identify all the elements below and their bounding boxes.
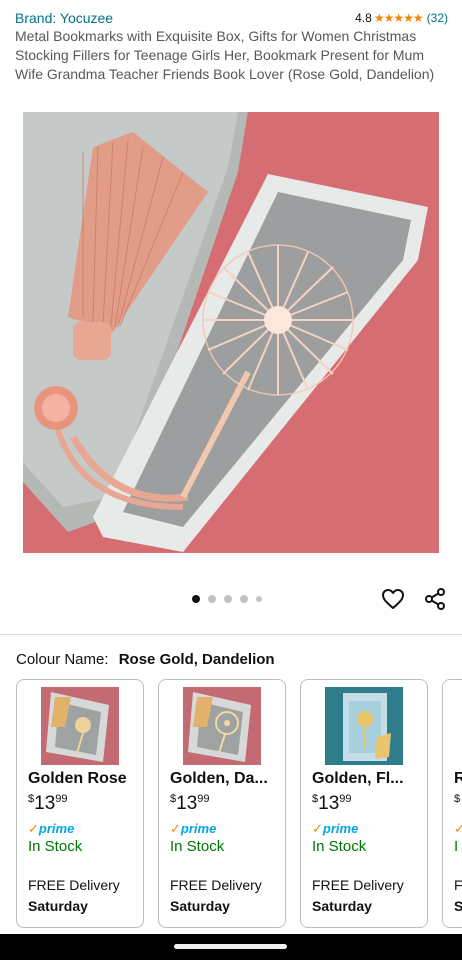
delivery-info: FREE Delivery	[170, 877, 262, 893]
bookmark-photo-illustration	[23, 112, 439, 553]
share-icon	[425, 588, 445, 610]
prime-check-icon: ✓	[312, 821, 323, 836]
delivery-info: FREE Delivery	[312, 877, 404, 893]
carousel-dot-active[interactable]	[192, 595, 200, 603]
prime-check-icon: ✓	[454, 821, 462, 836]
stock-status: In Stock	[312, 838, 367, 855]
variant-card-partial[interactable]: R $ ✓ I F S	[442, 679, 462, 928]
carousel-dot[interactable]	[256, 596, 262, 602]
product-header: Brand: Yocuzee 4.8 ★ ★ ★ ★ ★ (32)	[15, 9, 448, 27]
heart-icon	[382, 589, 404, 609]
share-button[interactable]	[421, 585, 449, 613]
variant-thumbnail-image	[183, 687, 261, 765]
prime-check-icon: ✓	[28, 821, 39, 836]
variant-price: $	[454, 793, 461, 805]
variant-price: $1399	[312, 793, 352, 814]
section-divider	[0, 634, 462, 635]
variant-name: Golden Rose	[28, 770, 127, 787]
rating-value: 4.8	[355, 11, 372, 25]
delivery-day: Saturday	[170, 898, 230, 914]
delivery-day: S	[454, 898, 462, 914]
rating-count[interactable]: (32)	[427, 11, 448, 25]
wishlist-heart-button[interactable]	[379, 585, 407, 613]
prime-badge: ✓prime	[312, 821, 359, 836]
product-main-image[interactable]	[23, 112, 439, 553]
stock-status: I	[454, 838, 459, 855]
colour-value: Rose Gold, Dandelion	[118, 651, 275, 668]
variant-name: Golden, Fl...	[312, 770, 404, 787]
variant-name: Golden, Da...	[170, 770, 268, 787]
brand-link[interactable]: Brand: Yocuzee	[15, 10, 113, 26]
variant-thumbnail-image	[325, 687, 403, 765]
variant-price: $1399	[28, 793, 68, 814]
system-navigation-bar	[0, 934, 462, 960]
delivery-info: F	[454, 877, 462, 893]
prime-badge: ✓	[454, 821, 462, 837]
home-gesture-handle[interactable]	[174, 944, 287, 949]
variant-thumbnail-image	[41, 687, 119, 765]
prime-badge: ✓prime	[170, 821, 217, 836]
delivery-day: Saturday	[312, 898, 372, 914]
carousel-dot[interactable]	[240, 595, 248, 603]
variant-price: $1399	[170, 793, 210, 814]
variant-card-golden-dandelion[interactable]: Golden, Da... $1399 ✓prime In Stock FREE…	[158, 679, 286, 928]
star-rating-icon: ★ ★ ★ ★ ★	[373, 11, 424, 25]
rating-summary[interactable]: 4.8 ★ ★ ★ ★ ★ (32)	[355, 11, 448, 25]
carousel-dot[interactable]	[224, 595, 232, 603]
stock-status: In Stock	[170, 838, 225, 855]
variant-card-golden-flower[interactable]: Golden, Fl... $1399 ✓prime In Stock FREE…	[300, 679, 428, 928]
prime-badge: ✓prime	[28, 821, 75, 836]
colour-label: Colour Name:	[16, 651, 109, 668]
variant-name: R	[454, 770, 462, 788]
carousel-dot[interactable]	[208, 595, 216, 603]
product-title: Metal Bookmarks with Exquisite Box, Gift…	[15, 28, 435, 82]
stock-status: In Stock	[28, 838, 83, 855]
delivery-day: Saturday	[28, 898, 88, 914]
prime-check-icon: ✓	[170, 821, 181, 836]
variant-card-golden-rose[interactable]: Golden Rose $1399 ✓prime In Stock FREE D…	[16, 679, 144, 928]
colour-selection-row: Colour Name: Rose Gold, Dandelion	[16, 651, 275, 668]
delivery-info: FREE Delivery	[28, 877, 120, 893]
